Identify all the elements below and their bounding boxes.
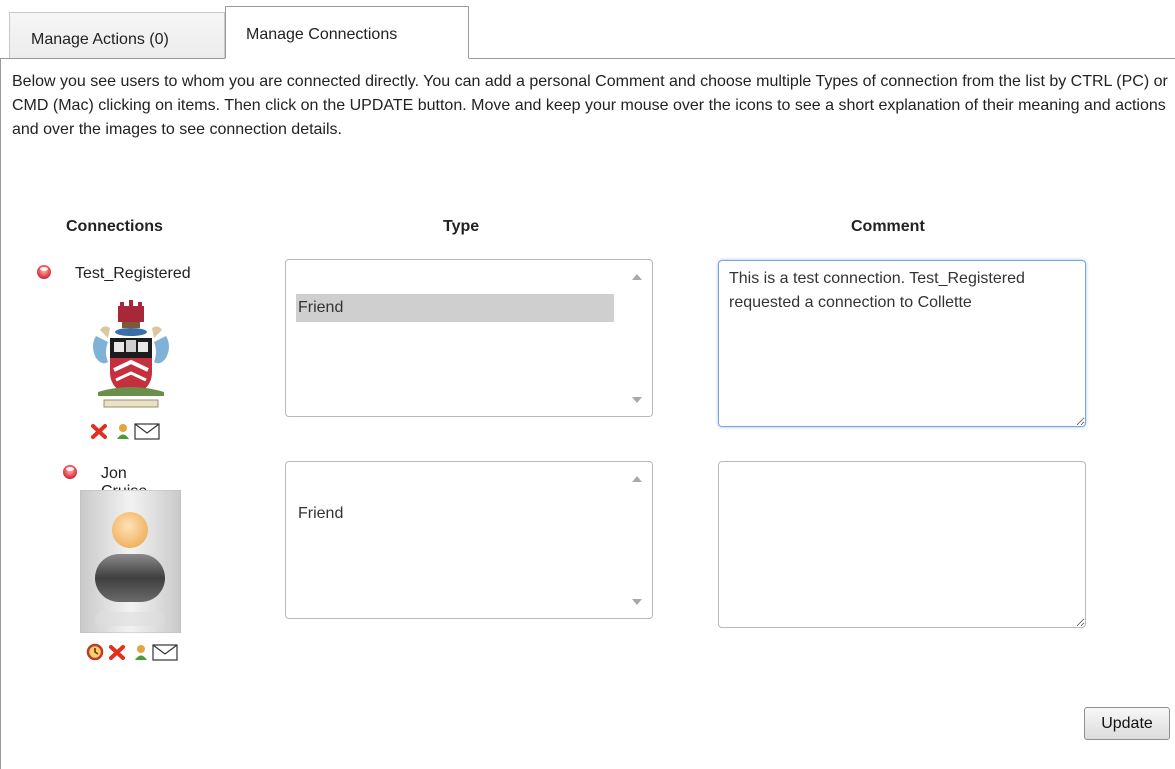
column-header-connections: Connections bbox=[66, 218, 163, 235]
mail-icon[interactable] bbox=[152, 643, 178, 661]
coat-of-arms-image bbox=[82, 296, 180, 414]
update-button[interactable]: Update bbox=[1084, 707, 1170, 740]
clock-icon[interactable] bbox=[86, 643, 104, 661]
scroll-down-icon[interactable] bbox=[632, 397, 642, 403]
connection-avatar[interactable] bbox=[79, 489, 182, 634]
connection-type-select[interactable]: Friend bbox=[285, 461, 653, 619]
scroll-up-icon[interactable] bbox=[632, 476, 642, 482]
delete-icon[interactable] bbox=[90, 422, 108, 440]
profile-icon[interactable] bbox=[132, 643, 150, 661]
comment-field[interactable] bbox=[718, 461, 1086, 628]
connection-name: Test_Registered bbox=[75, 265, 191, 282]
tab-bar: Manage Actions (0) Manage Connections bbox=[0, 0, 1175, 59]
connection-type-select[interactable]: Friend bbox=[285, 259, 653, 417]
column-header-type: Type bbox=[443, 218, 480, 235]
scroll-down-icon[interactable] bbox=[632, 599, 642, 605]
column-header-comment: Comment bbox=[851, 218, 925, 235]
comment-field[interactable]: This is a test connection. Test_Register… bbox=[718, 260, 1086, 427]
delete-icon[interactable] bbox=[108, 643, 126, 661]
red-status-dot-icon bbox=[37, 265, 51, 279]
tab-manage-connections[interactable]: Manage Connections bbox=[225, 6, 469, 59]
intro-text: Below you see users to whom you are conn… bbox=[12, 73, 1168, 138]
profile-icon[interactable] bbox=[114, 422, 132, 440]
tab-manage-actions[interactable]: Manage Actions (0) bbox=[9, 12, 225, 58]
connection-actions bbox=[90, 422, 180, 442]
type-option[interactable]: Friend bbox=[296, 500, 614, 528]
mail-icon[interactable] bbox=[134, 422, 160, 440]
red-status-dot-icon bbox=[63, 465, 77, 479]
scroll-up-icon[interactable] bbox=[632, 274, 642, 280]
type-option[interactable]: Friend bbox=[296, 294, 614, 322]
connection-avatar[interactable] bbox=[82, 296, 180, 414]
connection-actions bbox=[86, 643, 196, 663]
default-person-avatar bbox=[79, 489, 182, 634]
